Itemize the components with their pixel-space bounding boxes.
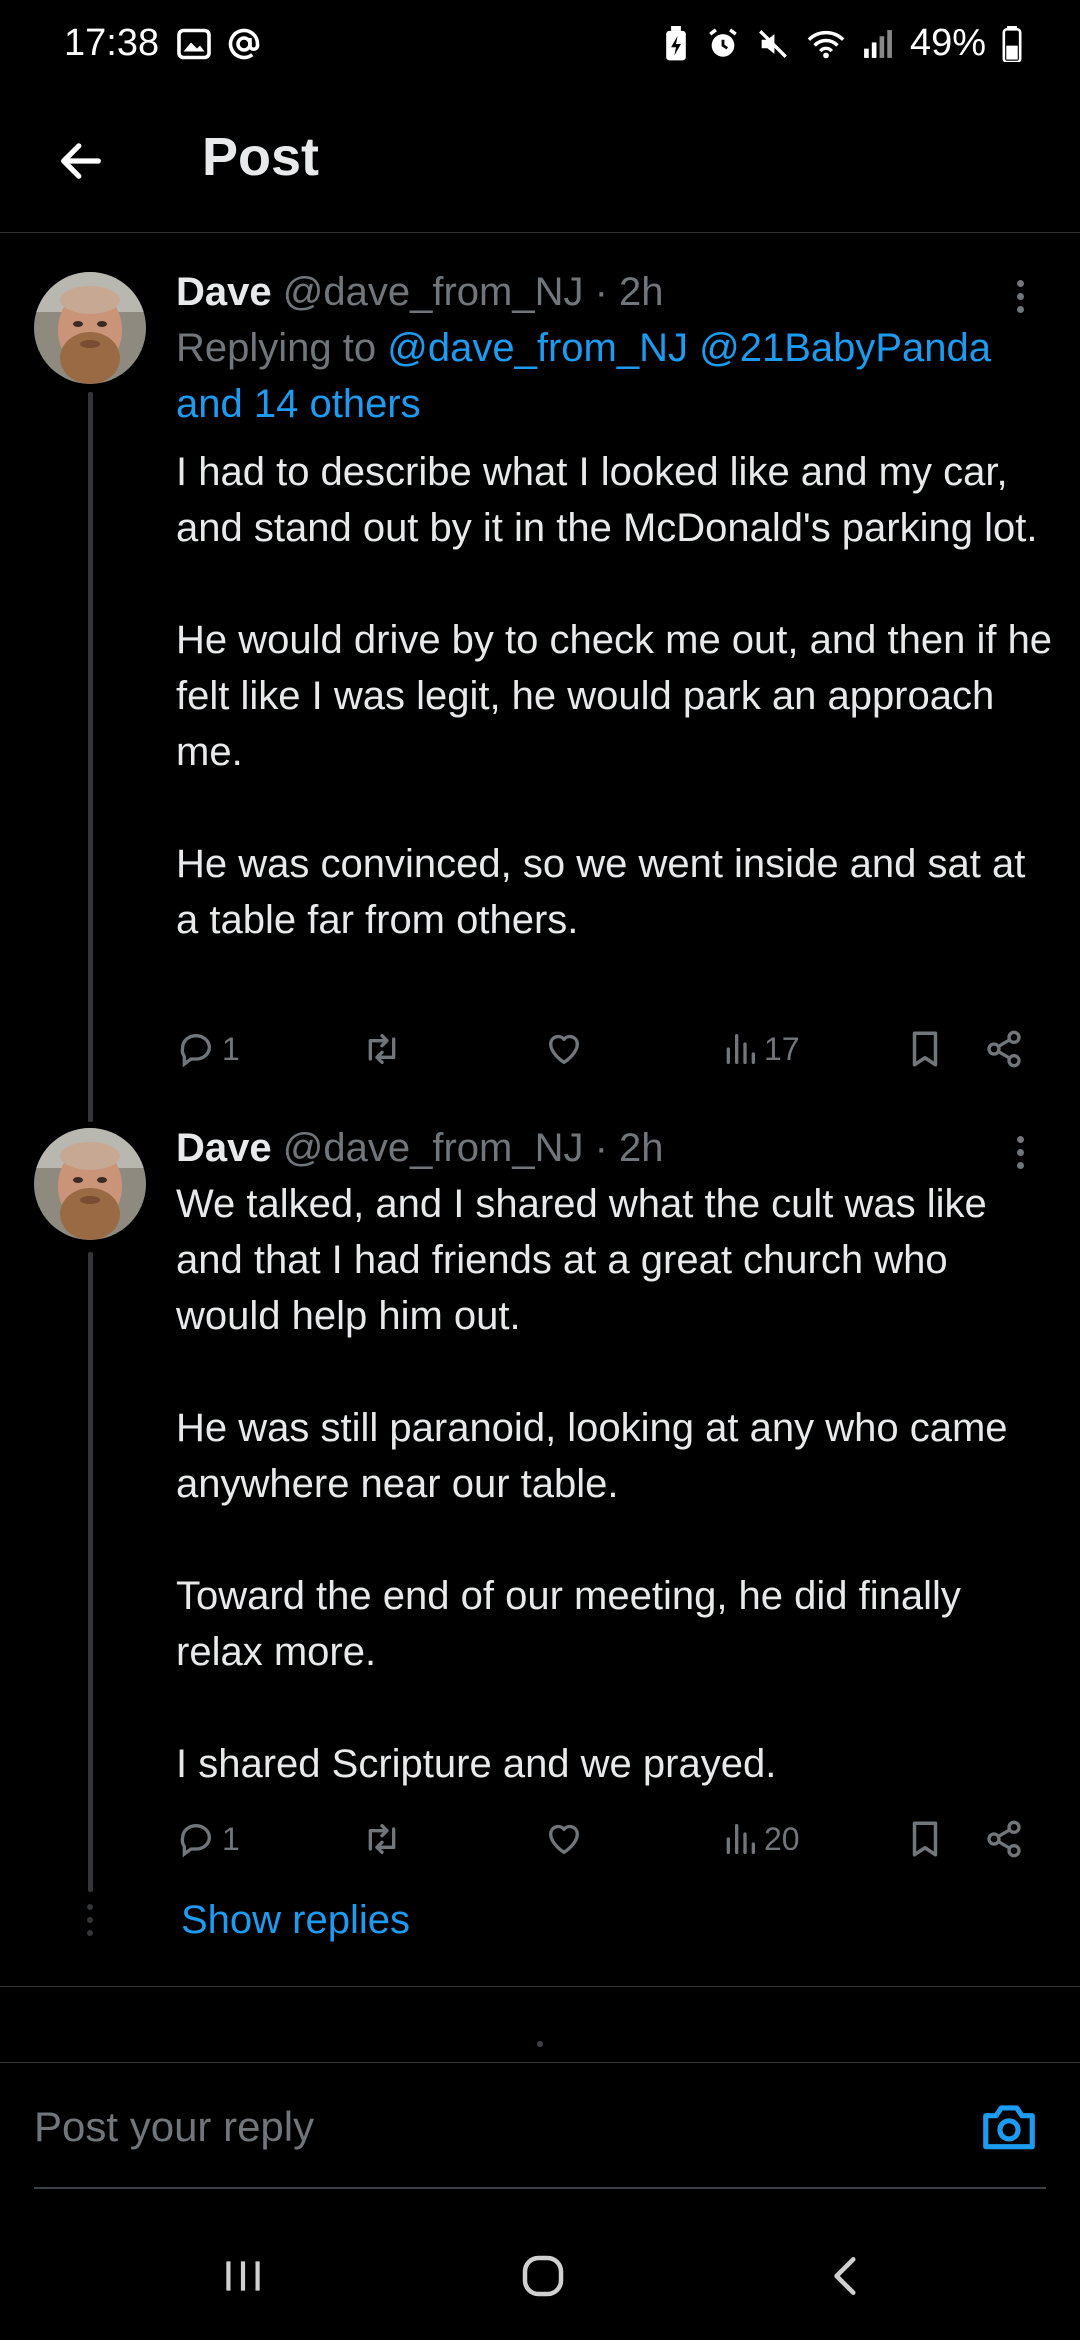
tweet-header: Dave @dave_from_NJ · 2h [176,1120,664,1176]
tweet[interactable]: Dave @dave_from_NJ · 2h We talked, and I… [0,1112,1080,1992]
back-button[interactable] [46,126,116,196]
views-button[interactable]: 17 [722,1024,800,1074]
more-vertical-icon [1016,279,1024,287]
gallery-notification-icon [177,28,211,60]
like-button[interactable] [544,1814,584,1864]
reply-bubble-icon [180,1034,211,1068]
system-nav-bar [0,2200,1080,2340]
reply-count: 1 [222,1030,240,1067]
author-handle[interactable]: @dave_from_NJ [283,270,584,314]
show-replies-link[interactable]: Show replies [181,1898,410,1943]
mention-link[interactable]: @21BabyPanda [699,326,991,370]
heart-icon [549,1824,579,1854]
thread-line [88,1252,93,1892]
repost-icon [368,1824,396,1854]
share-button[interactable] [984,1814,1024,1864]
chevron-left-icon [834,2257,856,2295]
bookmark-button[interactable] [906,1814,944,1864]
repost-button[interactable] [360,1024,404,1074]
more-options-button[interactable] [1000,1124,1040,1180]
tweet-text: I had to describe what I looked like and… [176,450,1053,942]
battery-icon [1002,25,1022,62]
at-notification-icon [228,28,260,60]
camera-icon [983,2105,1035,2150]
top-bar: Post [0,96,1080,233]
thread-line [88,392,93,1122]
arrow-left-icon [61,143,101,179]
views-button[interactable]: 20 [722,1814,800,1864]
recent-apps-icon [226,2261,260,2291]
tweet-actions: 1 17 [176,1024,1036,1074]
alarm-icon [709,27,737,57]
view-count: 17 [764,1030,800,1067]
author-name[interactable]: Dave [176,1126,272,1170]
reply-bubble-icon [180,1824,211,1858]
avatar[interactable] [34,1128,146,1240]
author-name[interactable]: Dave [176,270,272,314]
thread-continuation-dots [87,1904,93,1936]
tweet-header: Dave @dave_from_NJ · 2h [176,264,664,320]
battery-saver-icon [666,25,686,60]
camera-button[interactable] [978,2095,1040,2157]
bar-chart-icon [726,1034,755,1064]
status-bar: 17:38 49% [0,0,1080,96]
recent-apps-button[interactable] [208,2246,278,2306]
repost-icon [368,1034,396,1064]
others-link[interactable]: and 14 others [176,382,421,426]
heart-icon [549,1034,579,1064]
wifi-icon [807,30,845,58]
scroll-indicator [537,2041,543,2047]
mute-icon [758,29,787,58]
replying-to: Replying to @dave_from_NJ @21BabyPanda a… [176,320,1036,432]
reply-underline [34,2187,1046,2189]
reply-button[interactable]: 1 [176,1024,240,1074]
bookmark-button[interactable] [906,1024,944,1074]
bookmark-icon [912,1031,938,1067]
reply-bar: Post your reply [0,2062,1080,2191]
divider [0,1986,1080,1987]
home-icon [522,2255,564,2297]
repost-button[interactable] [360,1814,404,1864]
more-options-button[interactable] [1000,268,1040,324]
back-nav-button[interactable] [812,2246,882,2306]
author-handle[interactable]: @dave_from_NJ [283,1126,584,1170]
share-icon [987,1030,1021,1068]
tweet[interactable]: Dave @dave_from_NJ · 2h Replying to @dav… [0,232,1080,1122]
signal-icon [864,29,892,58]
home-button[interactable] [508,2246,578,2306]
share-icon [987,1820,1021,1858]
replying-prefix: Replying to [176,326,388,370]
mention-link[interactable]: @dave_from_NJ [387,326,688,370]
battery-percent: 49% [909,22,986,64]
avatar[interactable] [34,272,146,384]
status-right: 49% [662,22,1022,65]
like-button[interactable] [544,1024,584,1074]
tweet-actions: 1 20 [176,1814,1036,1864]
view-count: 20 [764,1820,800,1857]
status-time: 17:38 [64,22,160,64]
page-title: Post [202,127,320,187]
reply-input[interactable]: Post your reply [34,2103,314,2151]
reply-button[interactable]: 1 [176,1814,240,1864]
share-button[interactable] [984,1024,1024,1074]
tweet-time: · 2h [594,1126,664,1170]
status-left-icons [176,26,262,62]
bar-chart-icon [726,1824,755,1854]
tweet-time: · 2h [594,270,664,314]
reply-count: 1 [222,1820,240,1857]
tweet-text: We talked, and I shared what the cult wa… [176,1182,1008,1786]
bookmark-icon [912,1821,938,1857]
more-vertical-icon [1016,1135,1024,1143]
